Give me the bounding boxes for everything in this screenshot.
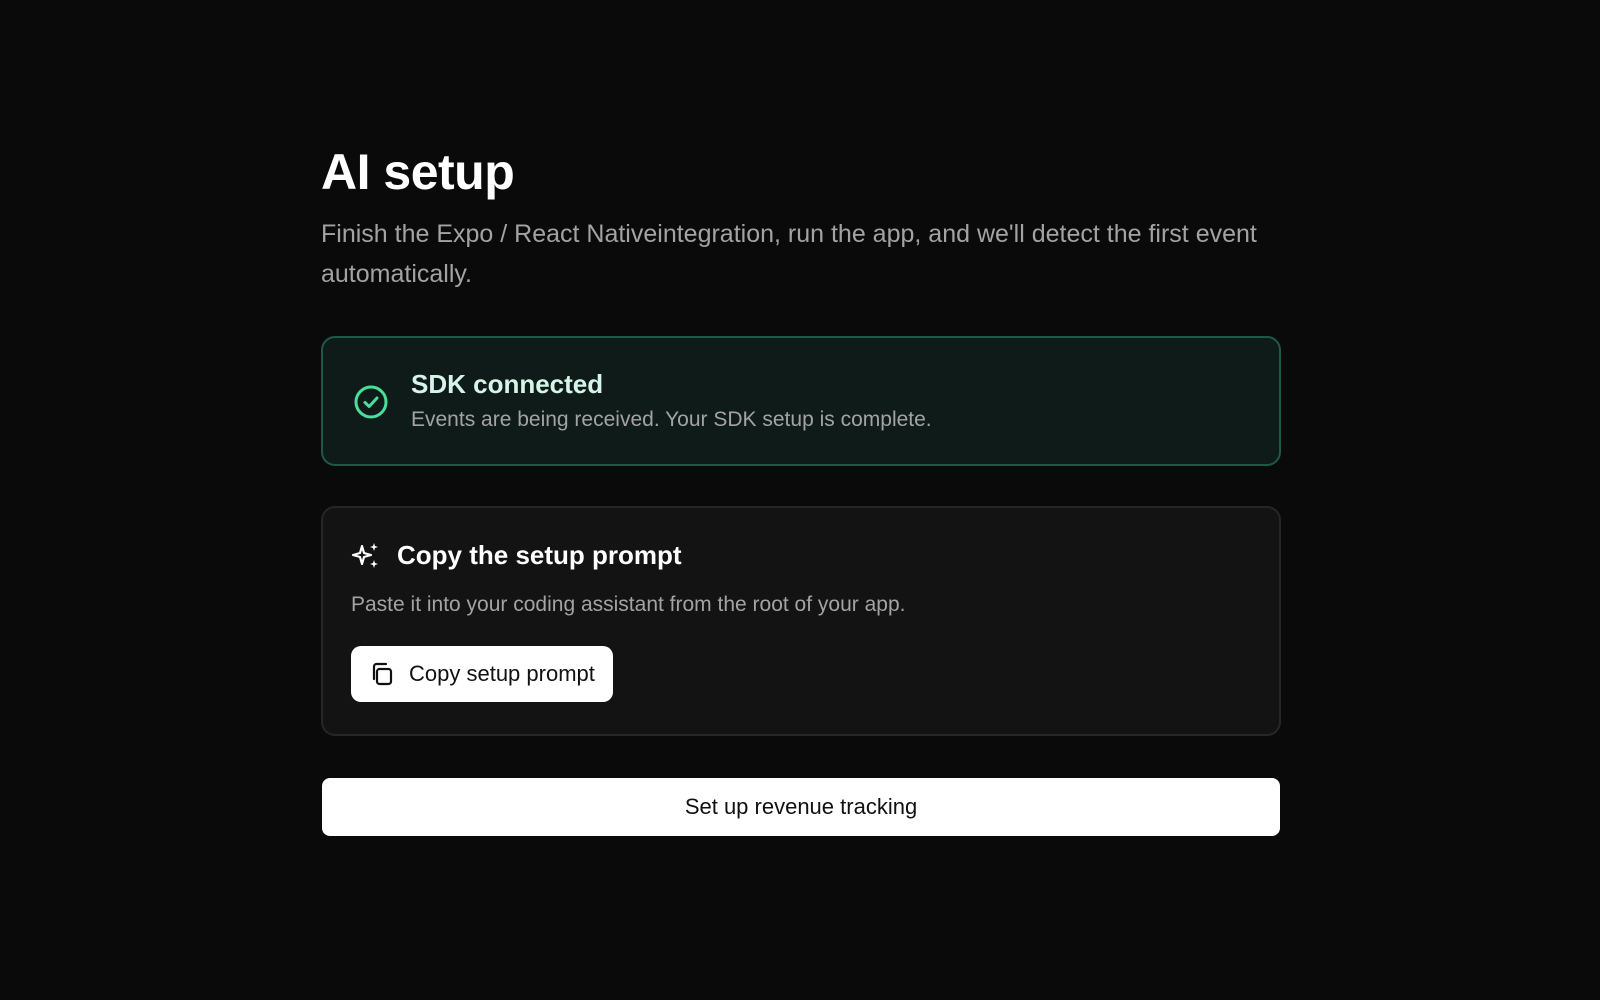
ai-setup-panel: AI setup Finish the Expo / React Nativei…	[321, 140, 1281, 836]
copy-button-label: Copy setup prompt	[409, 661, 595, 686]
prompt-card-title: Copy the setup prompt	[397, 540, 682, 570]
status-title: SDK connected	[411, 369, 604, 399]
sparkle-icon	[351, 543, 378, 568]
primary-button-label: Set up revenue tracking	[684, 794, 918, 819]
page-title: AI setup	[321, 144, 515, 200]
page-subtitle: Finish the Expo / React Nativeintegratio…	[321, 220, 1257, 288]
setup-prompt-card: Copy the setup prompt Paste it into your…	[321, 506, 1281, 736]
prompt-card-header: Copy the setup prompt	[351, 538, 1251, 572]
prompt-card-description: Paste it into your coding assistant from…	[351, 593, 906, 616]
copy-icon	[372, 662, 393, 686]
set-up-revenue-tracking-button[interactable]: Set up revenue tracking	[322, 778, 1280, 836]
status-description: Events are being received. Your SDK setu…	[411, 408, 932, 431]
copy-setup-prompt-button[interactable]: Copy setup prompt	[351, 646, 613, 702]
sdk-status-text: SDK connected Events are being received.…	[411, 367, 932, 435]
sdk-status-card: SDK connected Events are being received.…	[321, 336, 1281, 466]
check-circle-icon	[354, 385, 388, 419]
